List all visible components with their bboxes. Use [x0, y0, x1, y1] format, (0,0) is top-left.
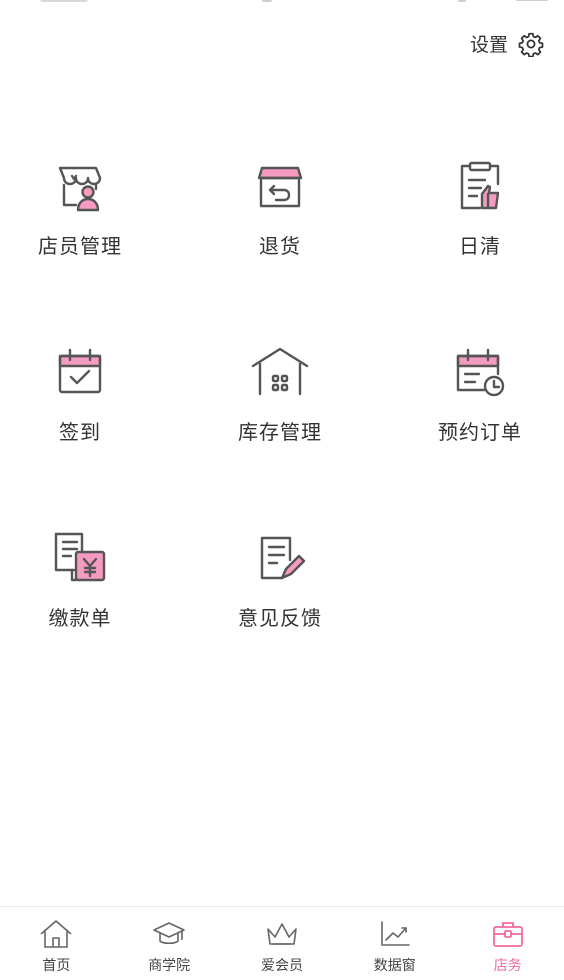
tab-store-affairs[interactable]: 店务 — [451, 907, 564, 980]
tab-label: 爱会员 — [260, 958, 303, 974]
tile-check-in[interactable]: 签到 — [0, 340, 160, 470]
status-notch — [262, 0, 272, 2]
tab-label: 商学院 — [148, 958, 191, 974]
warehouse-icon — [248, 340, 312, 404]
tile-label: 缴款单 — [48, 606, 112, 630]
tile-label: 库存管理 — [238, 420, 322, 444]
bottom-tab-bar: 首页 商学院 爱会员 数据窗 店务 — [0, 906, 564, 980]
clerk-store-icon — [48, 154, 112, 218]
feedback-edit-icon — [248, 526, 312, 590]
settings-label: 设置 — [469, 34, 508, 56]
tile-label: 店员管理 — [38, 234, 122, 258]
settings-button[interactable]: 设置 — [470, 30, 544, 57]
tile-inventory-management[interactable]: 库存管理 — [200, 340, 360, 470]
tile-label: 预约订单 — [438, 420, 522, 444]
tile-label: 签到 — [59, 420, 101, 444]
tab-data-window[interactable]: 数据窗 — [338, 907, 451, 980]
calendar-clock-icon — [448, 340, 512, 404]
daily-clear-icon — [448, 154, 512, 218]
tile-feedback[interactable]: 意见反馈 — [200, 526, 360, 656]
payment-slip-icon — [48, 526, 112, 590]
briefcase-icon — [491, 919, 525, 953]
tab-label: 店务 — [493, 958, 522, 974]
tile-reservation-orders[interactable]: 预约订单 — [400, 340, 560, 470]
screen: 设置 店员管理 退货 日清 签到 库存管理 预约订单 缴款单 意见反馈 首页 商… — [0, 0, 564, 980]
status-time — [40, 0, 88, 2]
tab-business-school[interactable]: 商学院 — [113, 907, 226, 980]
tile-return-goods[interactable]: 退货 — [200, 154, 360, 284]
return-box-icon — [248, 154, 312, 218]
tab-label: 首页 — [42, 958, 71, 974]
calendar-check-icon — [48, 340, 112, 404]
tile-label: 日清 — [459, 234, 501, 258]
tile-payment-slip[interactable]: 缴款单 — [0, 526, 160, 656]
tab-home[interactable]: 首页 — [0, 907, 113, 980]
tile-label: 意见反馈 — [238, 606, 322, 630]
status-bar — [0, 0, 564, 8]
tile-daily-clear[interactable]: 日清 — [400, 154, 560, 284]
tile-label: 退货 — [259, 234, 301, 258]
tile-clerk-management[interactable]: 店员管理 — [0, 154, 160, 284]
home-icon — [39, 919, 73, 953]
tab-label: 数据窗 — [373, 958, 416, 974]
crown-icon — [265, 919, 299, 953]
tab-members[interactable]: 爱会员 — [226, 907, 339, 980]
graduation-cap-icon — [152, 919, 186, 953]
battery-icon — [516, 0, 548, 1]
gear-icon — [518, 31, 544, 57]
signal-icon — [458, 0, 466, 2]
trend-chart-icon — [378, 919, 412, 953]
